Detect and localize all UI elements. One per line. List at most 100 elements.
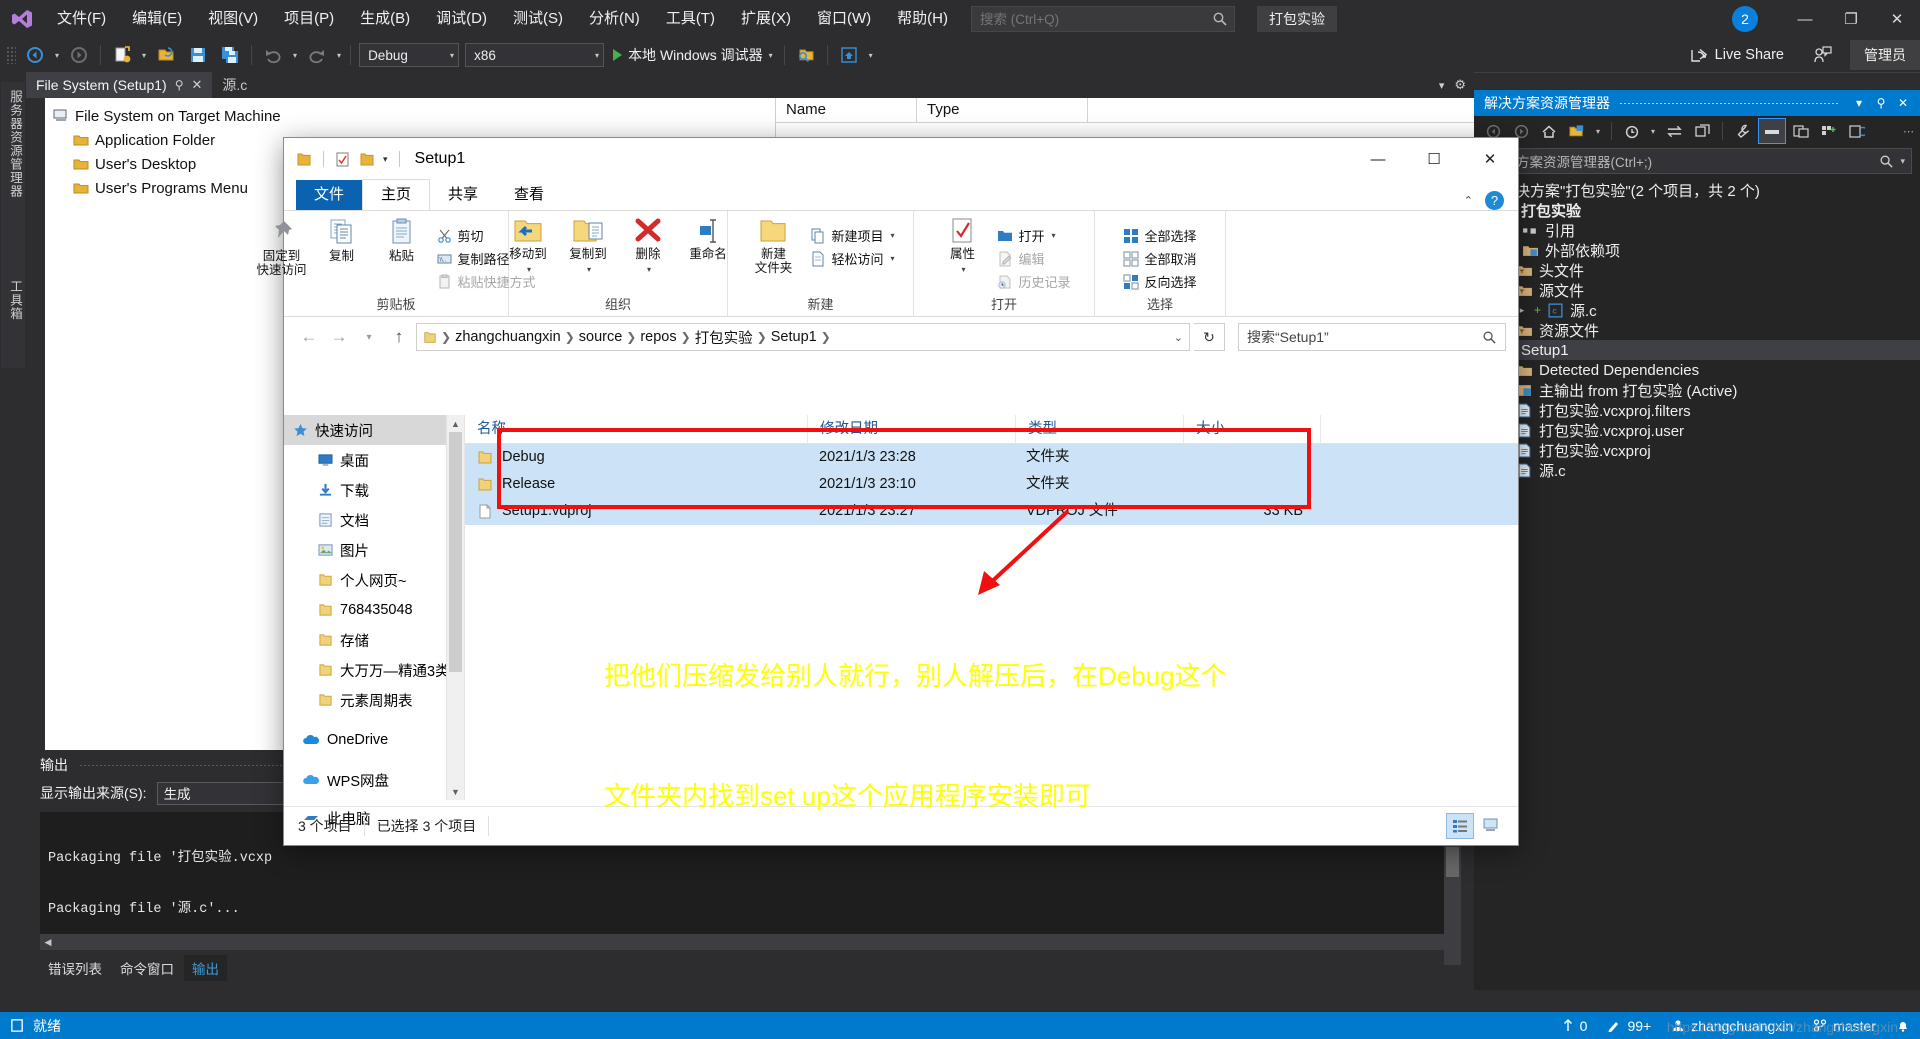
start-debugging-button[interactable]: 本地 Windows 调试器 ▾ <box>607 42 779 68</box>
scroll-left-icon[interactable]: ◀ <box>40 934 56 950</box>
vs-restore-button[interactable]: ❐ <box>1828 0 1874 38</box>
details-view-button[interactable] <box>1446 813 1474 839</box>
menu-edit[interactable]: 编辑(E) <box>119 0 195 38</box>
ribbon-new-folder[interactable]: 新建 文件夹 <box>742 217 804 275</box>
new-dropdown-caret-icon[interactable]: ▾ <box>138 51 150 60</box>
chevron-down-icon[interactable]: ▾ <box>647 263 651 277</box>
sln-node-vcxproj-file[interactable]: 打包实验.vcxproj <box>1474 440 1920 460</box>
menu-build[interactable]: 生成(B) <box>347 0 423 38</box>
help-icon[interactable]: ? <box>1485 191 1504 210</box>
nav-768435048[interactable]: 768435048 <box>284 595 464 625</box>
chevron-down-icon[interactable]: ▾ <box>891 254 895 263</box>
nav-dawanwan[interactable]: 大万万—精通3类 <box>284 655 464 685</box>
tab-output[interactable]: 输出 <box>184 955 227 981</box>
pending-changes-caret-icon[interactable]: ▾ <box>1647 127 1659 136</box>
column-header-size[interactable]: 大小 <box>1184 415 1321 443</box>
ribbon-tab-home[interactable]: 主页 <box>362 179 431 210</box>
status-pencil-count[interactable]: 99+ <box>1607 1018 1651 1034</box>
ribbon-new-item[interactable]: 新建项目 ▾ <box>806 224 898 247</box>
scroll-down-icon[interactable]: ▼ <box>447 783 464 800</box>
save-icon[interactable] <box>182 42 214 68</box>
menu-file[interactable]: 文件(F) <box>44 0 119 38</box>
nav-pictures[interactable]: 图片 ⚲ <box>284 535 464 565</box>
ribbon-tab-file[interactable]: 文件 <box>296 180 363 210</box>
tab-error-list[interactable]: 错误列表 <box>40 955 110 981</box>
ribbon-paste[interactable]: 粘贴 <box>373 217 431 263</box>
home-icon[interactable] <box>1536 119 1562 143</box>
ribbon-select-all[interactable]: 全部选择 <box>1119 224 1200 247</box>
status-up-count[interactable]: 0 <box>1562 1018 1587 1034</box>
ribbon-copy[interactable]: 复制 <box>313 217 371 263</box>
chevron-down-icon[interactable]: ▾ <box>587 263 591 277</box>
toolbar-overflow-icon[interactable]: ▾ <box>865 51 877 60</box>
sln-node-setup1[interactable]: Setup1 <box>1474 340 1920 360</box>
ribbon-copy-to[interactable]: 复制到 ▾ <box>559 217 617 277</box>
solution-config-combo[interactable]: Debug ▾ <box>359 43 460 67</box>
editor-vertical-scrollbar[interactable] <box>1444 845 1461 965</box>
home-view-icon[interactable] <box>833 42 865 68</box>
search-dropdown-caret-icon[interactable]: ▾ <box>1900 156 1905 167</box>
explorer-minimize-button[interactable]: — <box>1350 138 1406 180</box>
nav-wps-cloud[interactable]: WPS网盘 <box>284 765 464 795</box>
nav-pane-scrollbar[interactable]: ▲ ▼ <box>446 415 464 800</box>
sln-node-primary-output[interactable]: 主输出 from 打包实验 (Active) <box>1474 380 1920 400</box>
scroll-up-icon[interactable]: ▲ <box>447 415 464 432</box>
forward-icon[interactable]: → <box>326 324 352 350</box>
large-icons-view-button[interactable] <box>1478 813 1504 837</box>
ribbon-open[interactable]: 打开 ▾ <box>993 224 1074 247</box>
ribbon-properties[interactable]: 属性 ▾ <box>933 217 991 277</box>
properties-icon[interactable] <box>335 152 351 167</box>
switch-views-caret-icon[interactable]: ▾ <box>1592 127 1604 136</box>
sln-node-resource-files[interactable]: 资源文件 <box>1474 320 1920 340</box>
switch-views-icon[interactable] <box>1564 119 1590 143</box>
table-row[interactable]: Debug 2021/1/3 23:28 文件夹 <box>465 444 1518 471</box>
tree-node-target-machine[interactable]: File System on Target Machine <box>51 104 775 128</box>
toolbar-grip[interactable] <box>6 46 16 64</box>
table-row[interactable]: Release 2021/1/3 23:10 文件夹 <box>465 471 1518 498</box>
explorer-title-bar[interactable]: ▾ Setup1 — ☐ ✕ <box>284 138 1518 180</box>
undo-dropdown-caret-icon[interactable]: ▾ <box>289 51 301 60</box>
column-header-name[interactable]: 名称 <box>465 415 808 443</box>
notification-badge[interactable]: 2 <box>1732 6 1758 32</box>
add-item-icon[interactable] <box>1816 119 1842 143</box>
menu-analyze[interactable]: 分析(N) <box>576 0 653 38</box>
menu-test[interactable]: 测试(S) <box>500 0 576 38</box>
toolbar-overflow-icon[interactable]: ⋯ <box>1903 125 1920 138</box>
explorer-search-box[interactable]: 搜索“Setup1” <box>1238 323 1506 351</box>
column-header-date[interactable]: 修改日期 <box>808 415 1016 443</box>
new-folder-icon[interactable] <box>359 152 375 167</box>
solution-platform-combo[interactable]: x86 ▾ <box>465 43 605 67</box>
send-feedback-icon[interactable] <box>1806 42 1838 68</box>
undo-icon[interactable] <box>257 42 289 68</box>
sln-node-source-files[interactable]: 源文件 <box>1474 280 1920 300</box>
nav-periodic-table[interactable]: 元素周期表 <box>284 685 464 715</box>
back-dropdown-caret-icon[interactable]: ▾ <box>51 51 63 60</box>
back-icon[interactable]: ← <box>296 324 322 350</box>
close-icon[interactable]: ✕ <box>1892 96 1914 110</box>
menu-tools[interactable]: 工具(T) <box>653 0 728 38</box>
refresh-icon[interactable]: ↻ <box>1194 323 1225 351</box>
panel-menu-caret-icon[interactable]: ▾ <box>1848 96 1870 110</box>
vs-search-box[interactable] <box>970 6 1235 32</box>
status-notification-bell[interactable] <box>1896 1019 1910 1033</box>
breadcrumb-item[interactable]: source <box>579 329 623 345</box>
ribbon-delete[interactable]: 删除 ▾ <box>619 217 677 277</box>
menu-help[interactable]: 帮助(H) <box>884 0 961 38</box>
breadcrumb[interactable]: ❯ zhangchuangxin ❯ source ❯ repos ❯ 打包实验… <box>416 323 1190 351</box>
save-all-icon[interactable] <box>214 42 246 68</box>
nav-downloads[interactable]: 下载 ⚲ <box>284 475 464 505</box>
view-code-icon[interactable] <box>1788 119 1814 143</box>
chevron-down-icon[interactable]: ▾ <box>1052 231 1056 240</box>
sync-icon[interactable] <box>1661 119 1687 143</box>
chevron-down-icon[interactable]: ▾ <box>891 231 895 240</box>
ribbon-invert-selection[interactable]: 反向选择 <box>1119 270 1200 293</box>
breadcrumb-dropdown-icon[interactable]: ⌄ <box>1174 331 1183 344</box>
vs-minimize-button[interactable]: — <box>1782 0 1828 38</box>
pending-changes-icon[interactable] <box>1619 119 1645 143</box>
sync-with-editor-icon[interactable] <box>1844 119 1870 143</box>
sln-node-external-deps[interactable]: ▸ 外部依赖项 <box>1474 240 1920 260</box>
menu-project[interactable]: 项目(P) <box>271 0 347 38</box>
output-horizontal-scrollbar[interactable]: ◀ <box>40 934 1460 950</box>
sln-node-filters-file[interactable]: 打包实验.vcxproj.filters <box>1474 400 1920 420</box>
nav-personal-webpage[interactable]: 个人网页~ ⚲ <box>284 565 464 595</box>
